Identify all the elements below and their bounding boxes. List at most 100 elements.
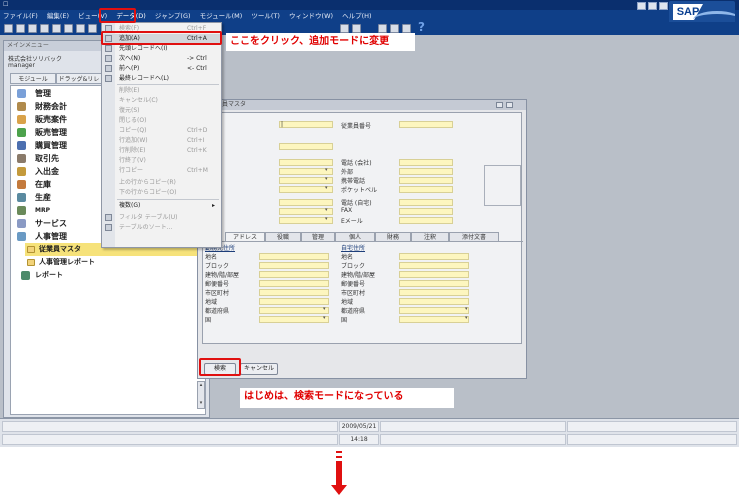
chevron-down-icon[interactable]: ▾	[323, 306, 326, 312]
office-phone-field[interactable]	[399, 159, 453, 166]
tab-modules[interactable]: モジュール	[10, 73, 56, 84]
home-building-field[interactable]	[399, 271, 469, 278]
chevron-down-icon[interactable]: ▾	[325, 176, 328, 182]
job-title-field[interactable]	[279, 159, 333, 166]
email-field[interactable]	[399, 217, 453, 224]
calendar-icon[interactable]	[340, 24, 349, 33]
help-icon[interactable]: ?	[418, 20, 425, 34]
menu-item-previous[interactable]: 前へ(P) <- Ctrl	[102, 64, 221, 73]
home-phone-field[interactable]	[399, 199, 453, 206]
menu-separator	[117, 84, 219, 85]
scroll-up-icon[interactable]: ▴	[198, 382, 204, 388]
menu-item-delete-row[interactable]: 行削除(E) Ctrl+K	[102, 146, 221, 155]
menu-window[interactable]: ウィンドウ(W)	[286, 10, 336, 22]
chevron-down-icon[interactable]: ▾	[325, 207, 328, 213]
form-minimize-icon[interactable]	[496, 102, 503, 108]
lock-icon[interactable]	[378, 24, 387, 33]
status-time: 14:18	[339, 434, 379, 445]
work-building-field[interactable]	[259, 271, 329, 278]
manager-field[interactable]	[279, 199, 333, 206]
chevron-down-icon[interactable]: ▾	[465, 306, 468, 312]
calculator-icon[interactable]	[352, 24, 361, 33]
employee-number-field[interactable]	[399, 121, 453, 128]
maximize-icon[interactable]	[648, 2, 657, 10]
sub-item-hr-reports[interactable]: 人事管理レポート	[25, 256, 201, 269]
extension-field[interactable]	[399, 168, 453, 175]
menu-help[interactable]: ヘルプ(H)	[339, 10, 374, 22]
minimize-icon[interactable]	[637, 2, 646, 10]
menu-item-last-record[interactable]: 最終レコードへ(L)	[102, 74, 221, 83]
menu-item-copy-from-below[interactable]: 下の行からコピー(O)	[102, 188, 221, 197]
next-record-icon	[105, 55, 112, 62]
menu-item-sort-table[interactable]: テーブルのソート...	[102, 223, 221, 232]
form-maximize-icon[interactable]	[506, 102, 513, 108]
scrollbar[interactable]: ▴ ▾	[197, 381, 205, 409]
tab-drag-relate[interactable]: ドラッグ&リレ	[56, 73, 102, 84]
close-icon[interactable]	[659, 2, 668, 10]
work-city-label: 市区町村	[205, 290, 230, 297]
menu-edit[interactable]: 編集(E)	[44, 10, 72, 22]
home-city-field[interactable]	[399, 289, 469, 296]
work-state-field[interactable]	[259, 307, 329, 314]
home-county-field[interactable]	[399, 298, 469, 305]
work-county-field[interactable]	[259, 298, 329, 305]
word-icon[interactable]	[76, 24, 85, 33]
work-street-field[interactable]	[259, 253, 329, 260]
work-block-field[interactable]	[259, 262, 329, 269]
sub-item-label: 人事管理レポート	[39, 258, 95, 266]
cancel-button[interactable]: キャンセル	[240, 363, 278, 375]
scroll-down-icon[interactable]: ▾	[198, 400, 204, 406]
menu-item-next[interactable]: 次へ(N) -> Ctrl	[102, 54, 221, 63]
work-zip-field[interactable]	[259, 280, 329, 287]
menu-item-filter-table[interactable]: フィルタ テーブル(U)	[102, 213, 221, 222]
work-city-field[interactable]	[259, 289, 329, 296]
menu-item-remove[interactable]: 削除(E)	[102, 86, 221, 95]
fax-field[interactable]	[399, 208, 453, 215]
menu-item-multiple[interactable]: 複数(G) ▸	[102, 201, 221, 210]
chevron-down-icon[interactable]: ▾	[323, 315, 326, 321]
save-icon[interactable]	[16, 24, 25, 33]
menu-modules[interactable]: モジュール(M)	[197, 10, 246, 22]
chevron-down-icon[interactable]: ▾	[325, 185, 328, 191]
status-field	[380, 421, 566, 432]
work-country-field[interactable]	[259, 316, 329, 323]
new-window-icon[interactable]	[4, 24, 13, 33]
home-block-field[interactable]	[399, 262, 469, 269]
print-icon[interactable]	[28, 24, 37, 33]
chevron-down-icon[interactable]: ▾	[325, 216, 328, 222]
preview-icon[interactable]	[40, 24, 49, 33]
menu-item-add-row[interactable]: 行追加(W) Ctrl+I	[102, 136, 221, 145]
home-street-field[interactable]	[399, 253, 469, 260]
menu-tools[interactable]: ツール(T)	[248, 10, 283, 22]
menu-file[interactable]: ファイル(F)	[0, 10, 41, 22]
menu-item-copy-from-above[interactable]: 上の行からコピー(R)	[102, 178, 221, 187]
pdf-icon[interactable]	[88, 24, 97, 33]
pager-field[interactable]	[399, 186, 453, 193]
work-county-label: 地域	[205, 299, 218, 306]
menu-item-duplicate-row[interactable]: 行コピー Ctrl+M	[102, 166, 221, 175]
module-label: 販売案件	[35, 115, 67, 124]
excel-icon[interactable]	[64, 24, 73, 33]
menu-item-close-row[interactable]: 行終了(V)	[102, 156, 221, 165]
home-zip-field[interactable]	[399, 280, 469, 287]
last-name-field[interactable]: |	[279, 121, 333, 128]
module-label: 生産	[35, 193, 51, 202]
menu-item-restore[interactable]: 復元(S)	[102, 106, 221, 115]
mail-icon[interactable]	[52, 24, 61, 33]
first-name-field[interactable]	[279, 143, 333, 150]
menu-goto[interactable]: ジャンプ(G)	[152, 10, 194, 22]
home-country-field[interactable]	[399, 316, 469, 323]
menu-item-label: 閉じる(O)	[119, 117, 147, 124]
home-state-field[interactable]	[399, 307, 469, 314]
menu-item-close[interactable]: 閉じる(O)	[102, 116, 221, 125]
chevron-down-icon[interactable]: ▾	[325, 167, 328, 173]
chevron-down-icon[interactable]: ▾	[465, 315, 468, 321]
sub-item-reports[interactable]: レポート	[19, 269, 205, 282]
message-icon[interactable]	[390, 24, 399, 33]
mobile-phone-field[interactable]	[399, 177, 453, 184]
settings-icon[interactable]	[402, 24, 411, 33]
menu-item-duplicate[interactable]: コピー(Q) Ctrl+D	[102, 126, 221, 135]
menu-item-cancel[interactable]: キャンセル(C)	[102, 96, 221, 105]
menu-item-first-record[interactable]: 先頭レコードへ(I)	[102, 44, 221, 53]
filter-icon	[105, 214, 112, 221]
